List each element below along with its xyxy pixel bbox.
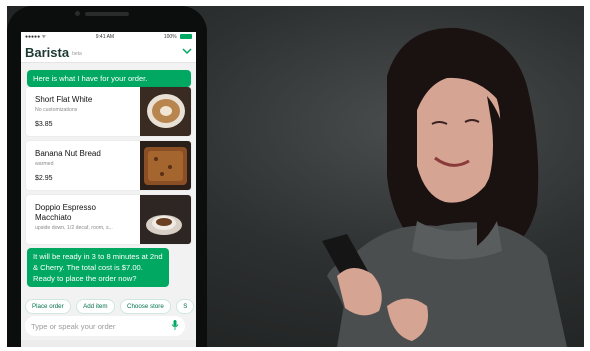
battery-status: 100% (164, 34, 192, 40)
flat-white-image (140, 87, 191, 136)
item-description: warmed (35, 161, 54, 167)
chevron-down-icon[interactable] (182, 46, 192, 58)
speaker (85, 12, 129, 16)
message-intro: Here is what I have for your order. (27, 70, 191, 87)
item-name: Doppio Espresso Macchiato (35, 203, 96, 222)
macchiato-image (140, 195, 191, 244)
phone-screen: ●●●●● ᯤ 9:41 AM 100% Barista beta Here i… (21, 32, 196, 347)
microphone-icon[interactable] (171, 317, 179, 335)
item-name: Short Flat White (35, 95, 93, 104)
order-item-card[interactable]: Short Flat White No customizations $3.85 (26, 87, 191, 136)
add-item-button[interactable]: Add item (76, 299, 115, 314)
quick-replies: Place order Add item Choose store S (25, 295, 195, 314)
item-price: $3.85 (35, 121, 53, 128)
app-subtitle: beta (72, 51, 82, 57)
item-name: Banana Nut Bread (35, 149, 101, 158)
item-price: $2.95 (35, 175, 53, 182)
choose-store-button[interactable]: Choose store (119, 299, 171, 314)
more-reply-button[interactable]: S (176, 299, 195, 314)
home-indicator-area (21, 340, 196, 347)
app-header: Barista beta (21, 42, 196, 63)
order-input[interactable]: Type or speak your order (25, 316, 185, 336)
message-summary: It will be ready in 3 to 8 minutes at 2n… (27, 248, 169, 287)
place-order-button[interactable]: Place order (25, 299, 71, 314)
status-bar: ●●●●● ᯤ 9:41 AM 100% (21, 32, 196, 42)
item-description: No customizations (35, 107, 78, 113)
app-title: Barista (25, 44, 70, 60)
banana-bread-image (140, 141, 191, 190)
phone: ●●●●● ᯤ 9:41 AM 100% Barista beta Here i… (7, 6, 207, 347)
order-input-placeholder: Type or speak your order (31, 321, 116, 331)
battery-icon (179, 34, 192, 40)
front-camera (75, 11, 80, 16)
order-item-card[interactable]: Banana Nut Bread warmed $2.95 (26, 141, 191, 190)
order-item-card[interactable]: Doppio Espresso Macchiato upside down, 1… (26, 195, 191, 244)
item-description: upside down, 1/2 decaf, room, s... (35, 225, 113, 231)
carrier-signal: ●●●●● ᯤ (25, 34, 47, 40)
status-time: 9:41 AM (95, 34, 115, 40)
battery-percent: 100% (163, 34, 177, 40)
